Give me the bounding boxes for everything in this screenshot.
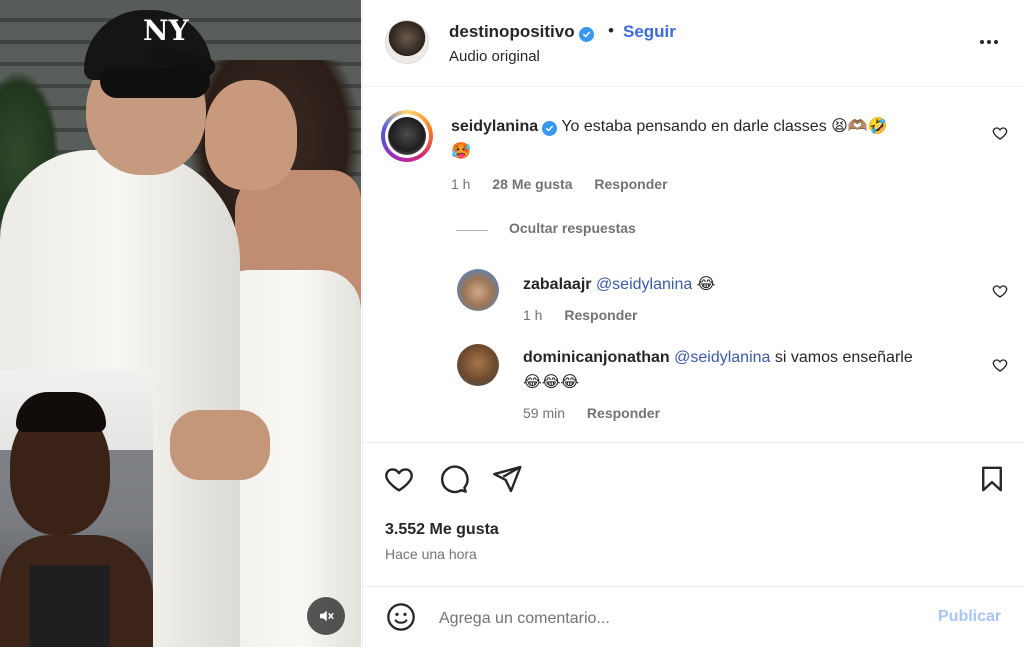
verified-badge-icon [578,27,594,42]
post-timestamp: Hace una hora [385,546,477,562]
post-media[interactable]: NY [0,0,361,647]
reply-comment: dominicanjonathan @seidylanina si vamos … [523,346,973,421]
reply-emojis: 😂 [696,274,716,293]
comment-emojis: 😫🫶🏽🤣 [831,116,888,135]
owner-avatar[interactable] [385,20,429,64]
separator-dot: • [608,21,614,40]
owner-username[interactable]: destinopositivo [449,22,575,41]
post-sidebar: destinopositivo • Seguir Audio original … [362,0,1024,647]
reply-body: si vamos enseñarle [774,349,913,366]
comment-text-line: seidylanina Yo estaba pensando en darle … [451,114,961,164]
emoji-icon[interactable] [385,601,417,633]
comment-username[interactable]: seidylanina [451,118,538,135]
post-actions: 3.552 Me gusta Hace una hora [363,442,1024,587]
reply-reply-button[interactable]: Responder [564,307,637,323]
follow-button[interactable]: Seguir [623,22,676,42]
reaction-inset-video [0,370,153,647]
reply-mention[interactable]: @seidylanina [674,349,770,366]
mute-icon [320,610,334,622]
comment-composer: Publicar [363,586,1024,648]
mute-button[interactable] [307,597,345,635]
comment-likes-count[interactable]: 28 Me gusta [492,176,572,192]
owner-name-line: destinopositivo [449,22,594,42]
verified-badge-icon [542,121,558,136]
audio-label[interactable]: Audio original [449,48,540,65]
reply-mention[interactable]: @seidylanina [596,276,692,293]
holding-hands [170,410,270,480]
sunglasses [100,68,210,98]
publish-button[interactable]: Publicar [938,608,1001,626]
post-header: destinopositivo • Seguir Audio original [363,0,1024,87]
more-options-icon[interactable] [969,30,1009,54]
comment-input[interactable] [437,605,921,633]
reply-avatar[interactable] [457,269,499,311]
comment-icon[interactable] [437,463,469,495]
reply-emojis: 😂😂😂 [523,372,580,391]
share-icon[interactable] [491,463,523,495]
commenter-avatar[interactable] [381,110,433,162]
comment-time: 1 h [451,176,471,192]
comment-meta: 1 h 28 Me gusta Responder [451,176,961,192]
reply-meta: 59 min Responder [523,405,973,421]
reactor-tank-top [30,565,110,647]
comment-reply-button[interactable]: Responder [594,176,667,192]
reply-comment: zabalaajr @seidylanina 😂 1 h Responder [523,272,973,323]
comment-emojis-line2: 🥵 [451,141,471,160]
reply-text-line: zabalaajr @seidylanina 😂 [523,272,973,297]
reply-time: 59 min [523,405,566,421]
cap-logo: NY [143,14,189,47]
reply-username[interactable]: dominicanjonathan [523,349,670,366]
hide-replies-line [456,230,488,231]
reply-time: 1 h [523,307,543,323]
likes-count[interactable]: 3.552 Me gusta [385,521,499,539]
reply-meta: 1 h Responder [523,307,973,323]
hide-replies-button[interactable]: Ocultar respuestas [509,220,636,236]
heart-icon[interactable] [992,357,1008,373]
like-heart-icon[interactable] [383,463,415,495]
main-comment: seidylanina Yo estaba pensando en darle … [451,114,961,192]
bookmark-icon[interactable] [977,463,1007,495]
heart-icon[interactable] [992,125,1008,141]
reply-username[interactable]: zabalaajr [523,276,591,293]
comment-body: Yo estaba pensando en darle classes [561,118,827,135]
reactor-hair [16,392,106,432]
reply-reply-button[interactable]: Responder [587,405,660,421]
heart-icon[interactable] [992,283,1008,299]
woman-face [205,80,297,190]
reply-avatar[interactable] [457,344,499,386]
reply-text-line: dominicanjonathan @seidylanina si vamos … [523,346,973,395]
